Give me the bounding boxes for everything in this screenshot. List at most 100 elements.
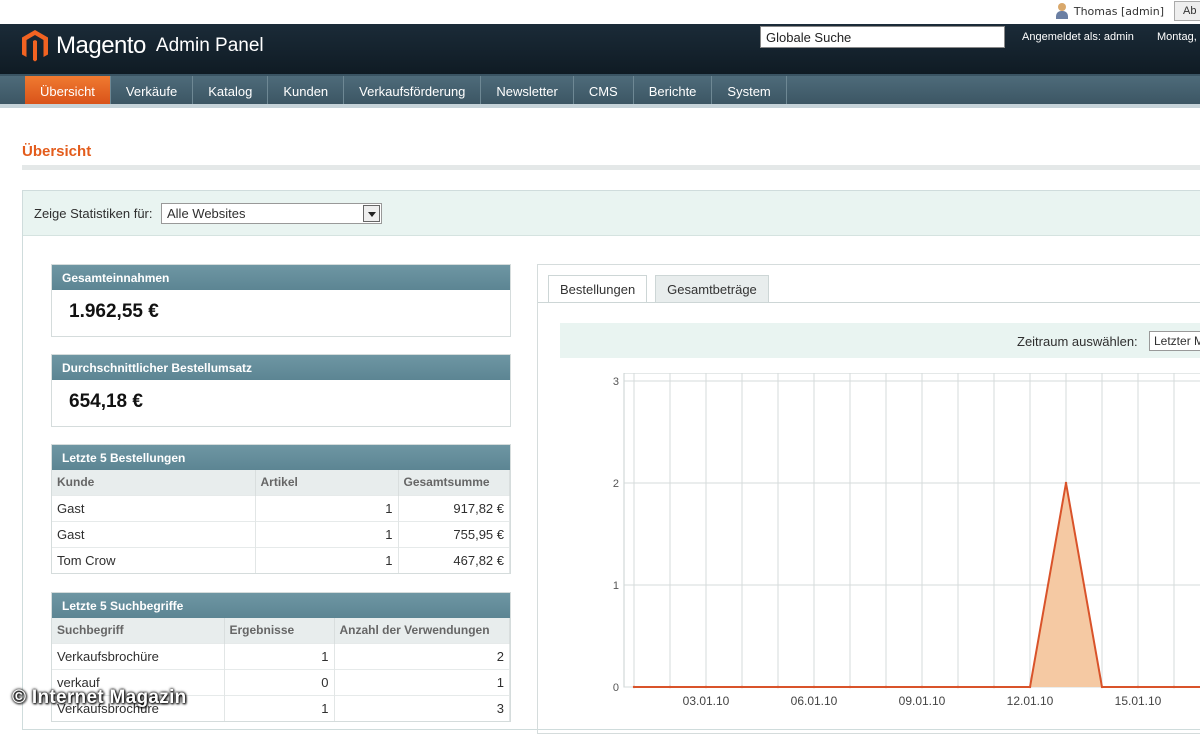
- data-point: [848, 685, 852, 689]
- logo[interactable]: Magento Admin Panel: [22, 30, 264, 62]
- nav-item-system[interactable]: System: [712, 76, 787, 104]
- store-select[interactable]: Alle Websites: [161, 203, 382, 224]
- store-filter-label: Zeige Statistiken für:: [34, 206, 153, 221]
- data-point: [1064, 481, 1068, 485]
- nav-item-overview[interactable]: Übersicht: [25, 76, 111, 104]
- y-tick-label: 2: [613, 478, 619, 490]
- nav-item-promotions[interactable]: Verkaufsförderung: [344, 76, 482, 104]
- data-point: [740, 685, 744, 689]
- table-cell: 3: [334, 694, 510, 721]
- nav-item-customers[interactable]: Kunden: [268, 76, 345, 104]
- table-row[interactable]: Gast 1 755,95 €: [52, 520, 510, 547]
- data-point: [668, 685, 672, 689]
- nav-item-sales[interactable]: Verkäufe: [111, 76, 194, 104]
- data-point: [632, 685, 636, 689]
- table-cell: Tom Crow: [52, 546, 256, 573]
- tab-amounts[interactable]: Gesamtbeträge: [655, 275, 769, 302]
- data-point: [1136, 685, 1140, 689]
- chart-panel: Bestellungen Gesamtbeträge Zeitraum ausw…: [537, 264, 1200, 734]
- title-divider: [22, 165, 1200, 170]
- header: Magento Admin Panel Angemeldet als: admi…: [0, 24, 1200, 76]
- nav-item-cms[interactable]: CMS: [574, 76, 634, 104]
- table-cell: 1: [224, 642, 335, 669]
- period-bar: Zeitraum auswählen: Letzter Monat: [560, 323, 1200, 358]
- table-row[interactable]: Gast 1 917,82 €: [52, 494, 510, 521]
- column-header[interactable]: Anzahl der Verwendungen: [334, 618, 510, 643]
- orders-chart: 0 1 2 3 03.01.10 06.01.10 09.01.10 12.01.10 15.0…: [613, 373, 1200, 708]
- last-search-terms-title: Letzte 5 Suchbegriffe: [52, 593, 510, 618]
- data-point: [1028, 685, 1032, 689]
- x-tick-label: 06.01.10: [791, 694, 838, 708]
- tab-divider: [538, 302, 1200, 303]
- chevron-down-icon[interactable]: [363, 205, 380, 222]
- data-point: [956, 685, 960, 689]
- chart-tabs: Bestellungen Gesamtbeträge: [548, 275, 769, 303]
- user-name: Thomas [admin]: [1073, 4, 1164, 18]
- logout-button[interactable]: Ab: [1174, 1, 1200, 21]
- logo-subtitle: Admin Panel: [155, 35, 264, 56]
- column-header[interactable]: Gesamtsumme: [398, 470, 510, 495]
- nav-item-catalog[interactable]: Katalog: [193, 76, 269, 104]
- global-search-input[interactable]: [760, 26, 1005, 48]
- table-cell: 1: [255, 520, 399, 547]
- tab-orders[interactable]: Bestellungen: [548, 275, 648, 303]
- data-point: [704, 685, 708, 689]
- top-bar: Thomas [admin] Ab: [0, 0, 1200, 24]
- table-cell: 755,95 €: [398, 520, 510, 547]
- data-point: [812, 685, 816, 689]
- last-orders-title: Letzte 5 Bestellungen: [52, 445, 510, 470]
- y-tick-label: 1: [613, 580, 619, 592]
- table-cell: 1: [334, 668, 510, 695]
- table-cell: 1: [255, 546, 399, 573]
- table-cell: Verkaufsbrochüre: [52, 642, 225, 669]
- x-tick-label: 03.01.10: [683, 694, 730, 708]
- user-icon: [1055, 3, 1069, 19]
- column-header[interactable]: Kunde: [52, 470, 256, 495]
- main-nav: Übersicht Verkäufe Katalog Kunden Verkau…: [0, 76, 1200, 108]
- data-point: [884, 685, 888, 689]
- column-header[interactable]: Artikel: [255, 470, 399, 495]
- user-box: Thomas [admin]: [1055, 2, 1164, 20]
- page-title: Übersicht: [22, 143, 92, 160]
- table-cell: Gast: [52, 520, 256, 547]
- revenue-title: Gesamteinnahmen: [52, 265, 510, 290]
- table-cell: 1: [224, 694, 335, 721]
- column-header[interactable]: Ergebnisse: [224, 618, 335, 643]
- table-cell: 917,82 €: [398, 494, 510, 521]
- data-point: [1172, 685, 1176, 689]
- plot-area: [623, 373, 1200, 688]
- column-header[interactable]: Suchbegriff: [52, 618, 225, 643]
- avg-order-panel: Durchschnittlicher Bestellumsatz 654,18 …: [51, 354, 511, 427]
- x-tick-label: 12.01.10: [1007, 694, 1054, 708]
- y-tick-label: 3: [613, 376, 619, 388]
- data-point: [992, 685, 996, 689]
- y-tick-label: 0: [613, 682, 619, 694]
- table-row[interactable]: Verkaufsbrochüre 1 2: [52, 642, 510, 669]
- revenue-value: 1.962,55 €: [69, 301, 159, 322]
- last-orders-table: Kunde Artikel Gesamtsumme Gast 1 917,82 …: [52, 470, 510, 573]
- last-orders-panel: Letzte 5 Bestellungen Kunde Artikel Gesa…: [51, 444, 511, 574]
- login-info: Angemeldet als: admin: [1022, 31, 1134, 43]
- period-label: Zeitraum auswählen:: [1017, 334, 1138, 349]
- dashboard-content: Zeige Statistiken für: Alle Websites Ges…: [22, 190, 1200, 734]
- avg-order-value: 654,18 €: [69, 391, 143, 412]
- x-tick-label: 15.01.10: [1115, 694, 1162, 708]
- table-row[interactable]: Tom Crow 1 467,82 €: [52, 546, 510, 573]
- watermark-text: © Internet Magazin: [12, 687, 187, 708]
- nav-item-newsletter[interactable]: Newsletter: [481, 76, 574, 104]
- table-cell: 0: [224, 668, 335, 695]
- login-date: Montag,: [1157, 31, 1197, 43]
- data-point: [920, 685, 924, 689]
- data-point: [1100, 685, 1104, 689]
- nav-item-reports[interactable]: Berichte: [634, 76, 713, 104]
- table-cell: 1: [255, 494, 399, 521]
- avg-order-title: Durchschnittlicher Bestellumsatz: [52, 355, 510, 380]
- data-point: [776, 685, 780, 689]
- period-select[interactable]: Letzter Monat: [1149, 331, 1200, 351]
- table-cell: 2: [334, 642, 510, 669]
- logo-text: Magento: [56, 32, 146, 59]
- revenue-panel: Gesamteinnahmen 1.962,55 €: [51, 264, 511, 337]
- magento-logo-icon: [22, 30, 48, 62]
- table-cell: 467,82 €: [398, 546, 510, 573]
- store-filter-bar: Zeige Statistiken für: Alle Websites: [23, 191, 1200, 236]
